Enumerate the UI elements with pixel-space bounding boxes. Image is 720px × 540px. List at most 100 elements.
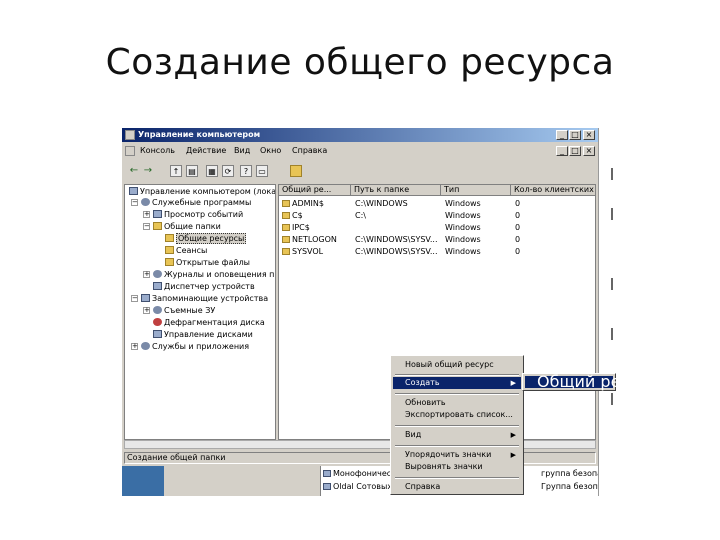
event-viewer-icon bbox=[153, 210, 162, 218]
path-cell: C:\ bbox=[355, 211, 366, 220]
type-cell: Windows bbox=[445, 247, 481, 256]
close-button[interactable]: × bbox=[583, 130, 595, 140]
collapse-icon[interactable]: − bbox=[131, 199, 138, 206]
clients-cell: 0 bbox=[515, 211, 521, 220]
menu-item-export-list[interactable]: Экспортировать список... bbox=[393, 409, 521, 421]
collapse-icon[interactable]: − bbox=[131, 295, 138, 302]
tree-item-shared-folders[interactable]: Общие папки bbox=[153, 221, 221, 232]
context-menu: Новый общий ресурс Создать ▶ Обновить Экс… bbox=[390, 355, 524, 495]
console-icon bbox=[125, 146, 135, 156]
type-cell: Windows bbox=[445, 235, 481, 244]
type-cell: Windows bbox=[445, 199, 481, 208]
menu-separator bbox=[395, 445, 519, 447]
clients-cell: 0 bbox=[515, 247, 521, 256]
menu-item-create[interactable]: Создать ▶ bbox=[393, 377, 521, 389]
path-cell: C:\WINDOWS bbox=[355, 199, 408, 208]
tree-item-storage[interactable]: Запоминающие устройства bbox=[141, 293, 268, 304]
defrag-icon bbox=[153, 318, 162, 326]
storage-icon bbox=[141, 294, 150, 302]
properties-icon[interactable]: ▦ bbox=[206, 165, 218, 177]
column-header-clients[interactable]: Кол-во клиентских bbox=[511, 185, 595, 196]
menu-bar: Консоль Действие Вид Окно Справка _ □ × bbox=[122, 144, 598, 158]
column-header-type[interactable]: Тип bbox=[441, 185, 511, 196]
create-submenu: Общий ресурс... bbox=[522, 373, 673, 391]
share-folder-icon bbox=[282, 236, 290, 243]
tree-item-device-manager[interactable]: Диспетчер устройств bbox=[153, 281, 255, 292]
tree-item-removable-storage[interactable]: Съемные ЗУ bbox=[153, 305, 215, 316]
toolbar: ← → ↑ ▤ ▦ ⟳ ? ▭ bbox=[122, 162, 598, 180]
share-name-cell: IPC$ bbox=[282, 222, 350, 234]
menu-item-refresh[interactable]: Обновить bbox=[393, 397, 521, 409]
group-type-cell: Группа безопа... bbox=[541, 482, 598, 491]
inner-minimize-button[interactable]: _ bbox=[556, 146, 568, 156]
forward-arrow-icon[interactable]: → bbox=[142, 165, 154, 177]
disk-management-icon bbox=[153, 330, 162, 338]
menu-item-arrange-icons[interactable]: Упорядочить значки ▶ bbox=[393, 449, 521, 461]
tree-item-event-viewer[interactable]: Просмотр событий bbox=[153, 209, 243, 220]
up-folder-icon[interactable]: ↑ bbox=[170, 165, 182, 177]
expand-icon[interactable]: + bbox=[143, 307, 150, 314]
clients-cell: 0 bbox=[515, 223, 521, 232]
tree-item-perf-logs[interactable]: Журналы и оповещения производительности bbox=[153, 269, 275, 280]
maximize-button[interactable]: □ bbox=[569, 130, 581, 140]
group-type-cell: группа безопа... bbox=[541, 469, 598, 478]
tree-item-disk-management[interactable]: Управление дисками bbox=[153, 329, 253, 340]
inner-maximize-button[interactable]: □ bbox=[569, 146, 581, 156]
column-header-share[interactable]: Общий ре... bbox=[279, 185, 351, 196]
status-bar: Создание общей папки bbox=[124, 452, 596, 464]
slide-title: Создание общего ресурса bbox=[105, 42, 615, 83]
expand-icon[interactable]: + bbox=[143, 271, 150, 278]
expand-icon[interactable]: + bbox=[131, 343, 138, 350]
menu-item-view[interactable]: Вид ▶ bbox=[393, 429, 521, 441]
menu-item-help[interactable]: Справка bbox=[393, 481, 521, 493]
export-icon[interactable]: ▭ bbox=[256, 165, 268, 177]
help-icon[interactable]: ? bbox=[240, 165, 252, 177]
share-name-cell: SYSVOL bbox=[282, 246, 350, 258]
expand-icon[interactable]: + bbox=[143, 211, 150, 218]
submenu-arrow-icon: ▶ bbox=[510, 431, 516, 439]
inner-close-button[interactable]: × bbox=[583, 146, 595, 156]
computer-icon bbox=[129, 187, 138, 195]
type-cell: Windows bbox=[445, 211, 481, 220]
tree-item-defrag[interactable]: Дефрагментация диска bbox=[153, 317, 265, 328]
menu-console[interactable]: Консоль bbox=[140, 146, 175, 156]
tree-item-services-apps[interactable]: Службы и приложения bbox=[141, 341, 249, 352]
taskbar bbox=[122, 466, 164, 496]
app-icon bbox=[125, 130, 135, 140]
show-tree-icon[interactable]: ▤ bbox=[186, 165, 198, 177]
horizontal-scrollbar[interactable] bbox=[124, 440, 596, 449]
tree-item-sessions[interactable]: Сеансы bbox=[165, 245, 207, 256]
back-arrow-icon[interactable]: ← bbox=[128, 165, 140, 177]
refresh-icon[interactable]: ⟳ bbox=[222, 165, 234, 177]
menu-help[interactable]: Справка bbox=[292, 146, 327, 156]
background-window-edge bbox=[598, 128, 621, 496]
device-manager-icon bbox=[153, 282, 162, 290]
clients-cell: 0 bbox=[515, 199, 521, 208]
removable-storage-icon bbox=[153, 306, 162, 314]
path-cell: C:\WINDOWS\SYSV... bbox=[355, 235, 438, 244]
window-title: Управление компьютером bbox=[138, 130, 261, 139]
column-header-path[interactable]: Путь к папке bbox=[351, 185, 441, 196]
menu-view[interactable]: Вид bbox=[234, 146, 250, 156]
menu-item-shared-resource[interactable]: Общий ресурс... bbox=[525, 374, 673, 390]
new-share-icon[interactable] bbox=[290, 165, 302, 177]
share-folder-icon bbox=[282, 200, 290, 207]
minimize-button[interactable]: _ bbox=[556, 130, 568, 140]
perf-logs-icon bbox=[153, 270, 162, 278]
tree-item-computer-management[interactable]: Управление компьютером (локальным) bbox=[129, 186, 275, 197]
menu-item-new-share[interactable]: Новый общий ресурс bbox=[393, 359, 521, 371]
window-titlebar[interactable]: Управление компьютером _ □ × bbox=[122, 128, 598, 142]
type-cell: Windows bbox=[445, 223, 481, 232]
menu-window[interactable]: Окно bbox=[260, 146, 281, 156]
tree-item-shares[interactable]: Общие ресурсы bbox=[165, 233, 247, 244]
menu-item-line-up-icons[interactable]: Выровнять значки bbox=[393, 461, 521, 473]
share-name-cell: NETLOGON bbox=[282, 234, 350, 246]
menu-action[interactable]: Действие bbox=[186, 146, 226, 156]
share-name-cell: ADMIN$ bbox=[282, 198, 350, 210]
services-icon bbox=[141, 342, 150, 350]
path-cell bbox=[355, 222, 439, 234]
tree-item-system-tools[interactable]: Служебные программы bbox=[141, 197, 251, 208]
collapse-icon[interactable]: − bbox=[143, 223, 150, 230]
tree-item-open-files[interactable]: Открытые файлы bbox=[165, 257, 250, 268]
computer-management-window: Управление компьютером _ □ × Консоль Дей… bbox=[122, 128, 598, 496]
